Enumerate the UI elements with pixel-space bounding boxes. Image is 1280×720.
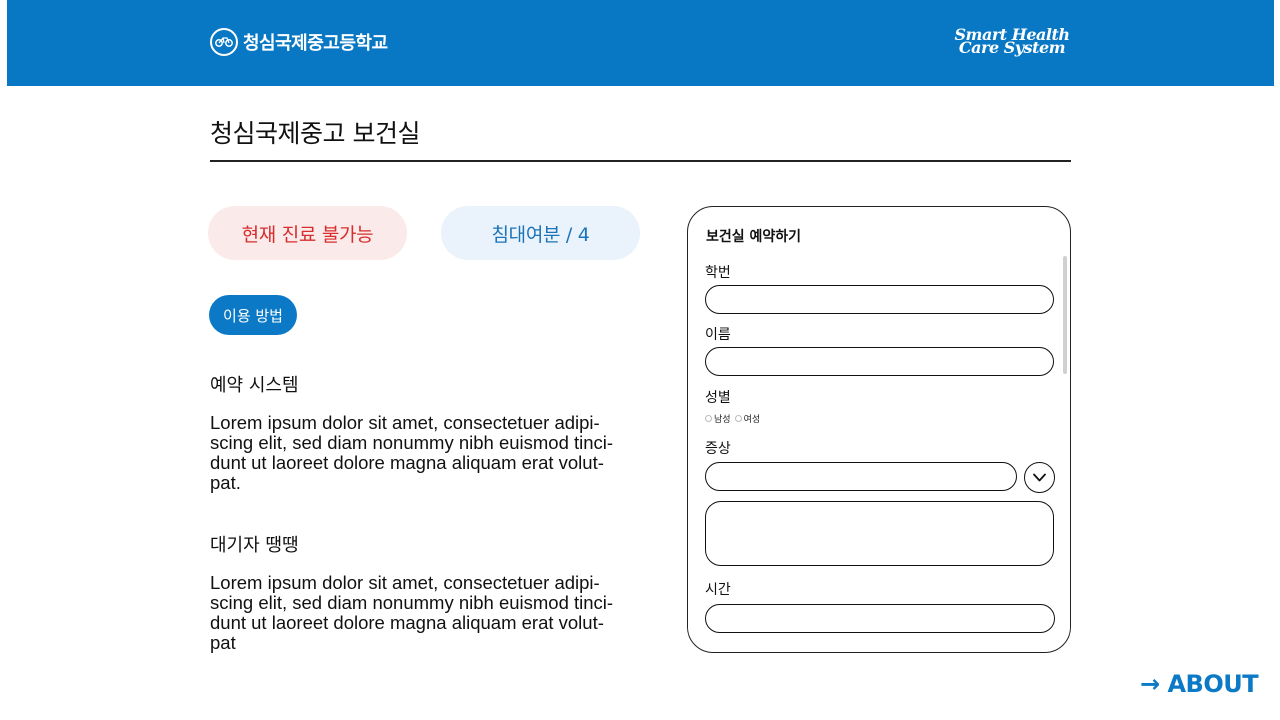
gender-option-female[interactable]: 여성 xyxy=(734,412,761,425)
gender-radio-group: 남성 여성 xyxy=(705,412,760,425)
radio-icon[interactable] xyxy=(705,415,712,422)
smart-health-care-logo[interactable]: Smart Health Care System xyxy=(946,27,1078,57)
school-emblem-icon xyxy=(210,28,238,56)
logo-line-2: Care System xyxy=(958,38,1066,57)
gender-option-label: 여성 xyxy=(743,415,761,425)
student-id-input[interactable] xyxy=(705,285,1054,314)
form-title: 보건실 예약하기 xyxy=(706,229,802,245)
how-to-use-button[interactable]: 이용 방법 xyxy=(209,295,297,335)
section-heading-reservation: 예약 시스템 xyxy=(210,375,299,396)
page-title: 청심국제중고 보건실 xyxy=(210,119,420,148)
symptom-detail-textarea[interactable] xyxy=(705,501,1054,566)
treatment-status-badge: 현재 진료 불가능 xyxy=(208,206,407,260)
school-logo[interactable]: 청심국제중고등학교 xyxy=(209,27,388,57)
section-body-waitlist: Lorem ipsum dolor sit amet, consectetuer… xyxy=(210,572,614,653)
symptom-input[interactable] xyxy=(705,462,1017,491)
header-bar: 청심국제중고등학교 Smart Health Care System xyxy=(7,0,1274,86)
time-label: 시간 xyxy=(705,582,731,598)
about-link[interactable]: → ABOUT xyxy=(1140,670,1259,698)
reservation-form: 보건실 예약하기 학번 이름 성별 남성 여성 증상 시간 xyxy=(687,206,1071,653)
title-divider xyxy=(210,160,1071,162)
section-body-reservation: Lorem ipsum dolor sit amet, consectetuer… xyxy=(210,412,614,493)
school-name: 청심국제중고등학교 xyxy=(243,33,388,54)
radio-icon[interactable] xyxy=(734,415,742,422)
name-label: 이름 xyxy=(705,327,731,343)
name-input[interactable] xyxy=(705,347,1054,376)
time-input[interactable] xyxy=(705,604,1055,633)
form-scrollbar[interactable] xyxy=(1063,256,1067,374)
symptom-dropdown-button[interactable] xyxy=(1024,462,1055,493)
gender-label: 성별 xyxy=(705,390,731,406)
beds-available-badge: 침대여분 / 4 xyxy=(441,206,640,260)
gender-option-male[interactable]: 남성 xyxy=(705,412,731,425)
symptom-label: 증상 xyxy=(705,441,731,457)
chevron-down-icon xyxy=(1033,473,1046,482)
section-heading-waitlist: 대기자 땡땡 xyxy=(210,535,299,556)
gender-option-label: 남성 xyxy=(714,415,731,425)
student-id-label: 학번 xyxy=(705,265,731,281)
